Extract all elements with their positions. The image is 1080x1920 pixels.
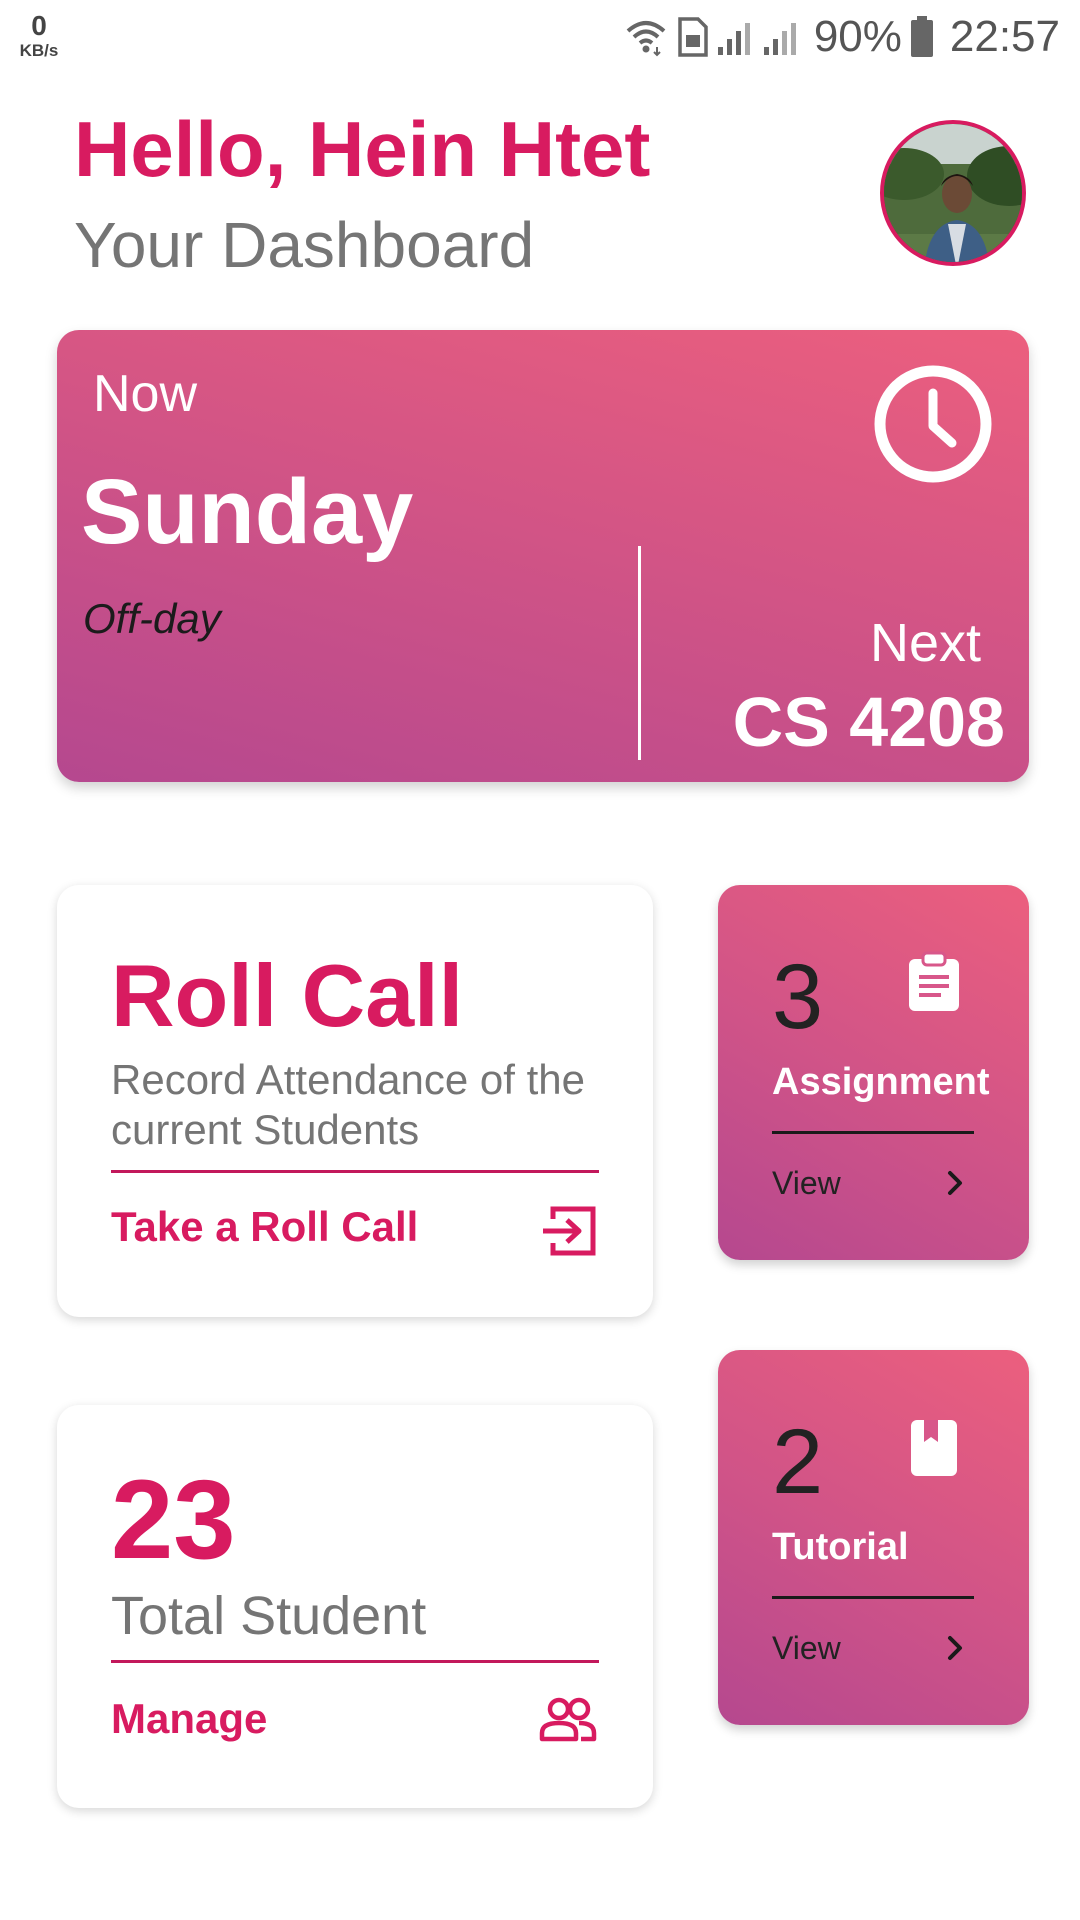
chevron-right-icon[interactable] — [942, 1167, 968, 1199]
people-icon[interactable] — [539, 1697, 597, 1743]
assignment-count: 3 — [772, 946, 824, 1048]
network-speed-value: 0 — [31, 10, 47, 41]
clipboard-icon — [909, 951, 959, 1011]
tutorial-view-link[interactable]: View — [772, 1630, 841, 1667]
avatar[interactable] — [880, 120, 1026, 266]
divider — [772, 1131, 974, 1134]
roll-call-card: Roll Call Record Attendance of the curre… — [57, 885, 653, 1317]
status-time: 22:57 — [949, 12, 1060, 61]
wifi-icon — [626, 21, 666, 57]
manage-button[interactable]: Manage — [111, 1695, 267, 1743]
network-speed-unit: KB/s — [19, 41, 59, 60]
next-course-code: CS 4208 — [732, 683, 1005, 761]
dashboard-screen: 0 KB/s 90% 22:57 Hello, Hein Htet Your D… — [0, 0, 1080, 1920]
roll-call-title: Roll Call — [111, 946, 464, 1045]
book-icon — [911, 1420, 957, 1476]
greeting-title: Hello, Hein Htet — [74, 105, 651, 193]
current-schedule-card[interactable]: Now Sunday Off-day Next CS 4208 — [57, 330, 1029, 782]
student-count-label: Total Student — [111, 1586, 427, 1646]
profile-photo — [884, 124, 1022, 262]
divider — [772, 1596, 974, 1599]
assignment-card[interactable]: 3 Assignment View — [718, 885, 1029, 1260]
status-icons: 90% 22:57 — [624, 12, 1060, 62]
current-day: Sunday — [81, 461, 414, 563]
chevron-right-icon[interactable] — [942, 1632, 968, 1664]
sim-icon — [678, 17, 708, 57]
student-count: 23 — [111, 1457, 236, 1582]
total-students-card: 23 Total Student Manage — [57, 1405, 653, 1808]
clock-icon — [874, 365, 992, 483]
battery-icon — [910, 16, 933, 57]
tutorial-card[interactable]: 2 Tutorial View — [718, 1350, 1029, 1725]
tutorial-label: Tutorial — [772, 1526, 909, 1568]
roll-call-description: Record Attendance of the current Student… — [111, 1056, 585, 1153]
next-label: Next — [869, 613, 981, 673]
card-divider — [638, 546, 641, 760]
assignment-label: Assignment — [772, 1061, 990, 1103]
status-bar: 0 KB/s 90% 22:57 — [0, 0, 1080, 80]
divider — [111, 1660, 599, 1663]
login-enter-icon[interactable] — [539, 1205, 597, 1257]
day-status: Off-day — [83, 595, 221, 642]
assignment-view-link[interactable]: View — [772, 1165, 841, 1202]
now-label: Now — [93, 365, 198, 423]
divider — [111, 1170, 599, 1173]
tutorial-count: 2 — [772, 1411, 824, 1513]
network-speed: 0 KB/s — [16, 10, 62, 60]
signal-icon — [763, 23, 796, 55]
page-subtitle: Your Dashboard — [74, 209, 535, 281]
battery-percentage: 90% — [813, 12, 902, 61]
signal-icon — [717, 23, 750, 55]
take-roll-call-button[interactable]: Take a Roll Call — [111, 1203, 418, 1251]
